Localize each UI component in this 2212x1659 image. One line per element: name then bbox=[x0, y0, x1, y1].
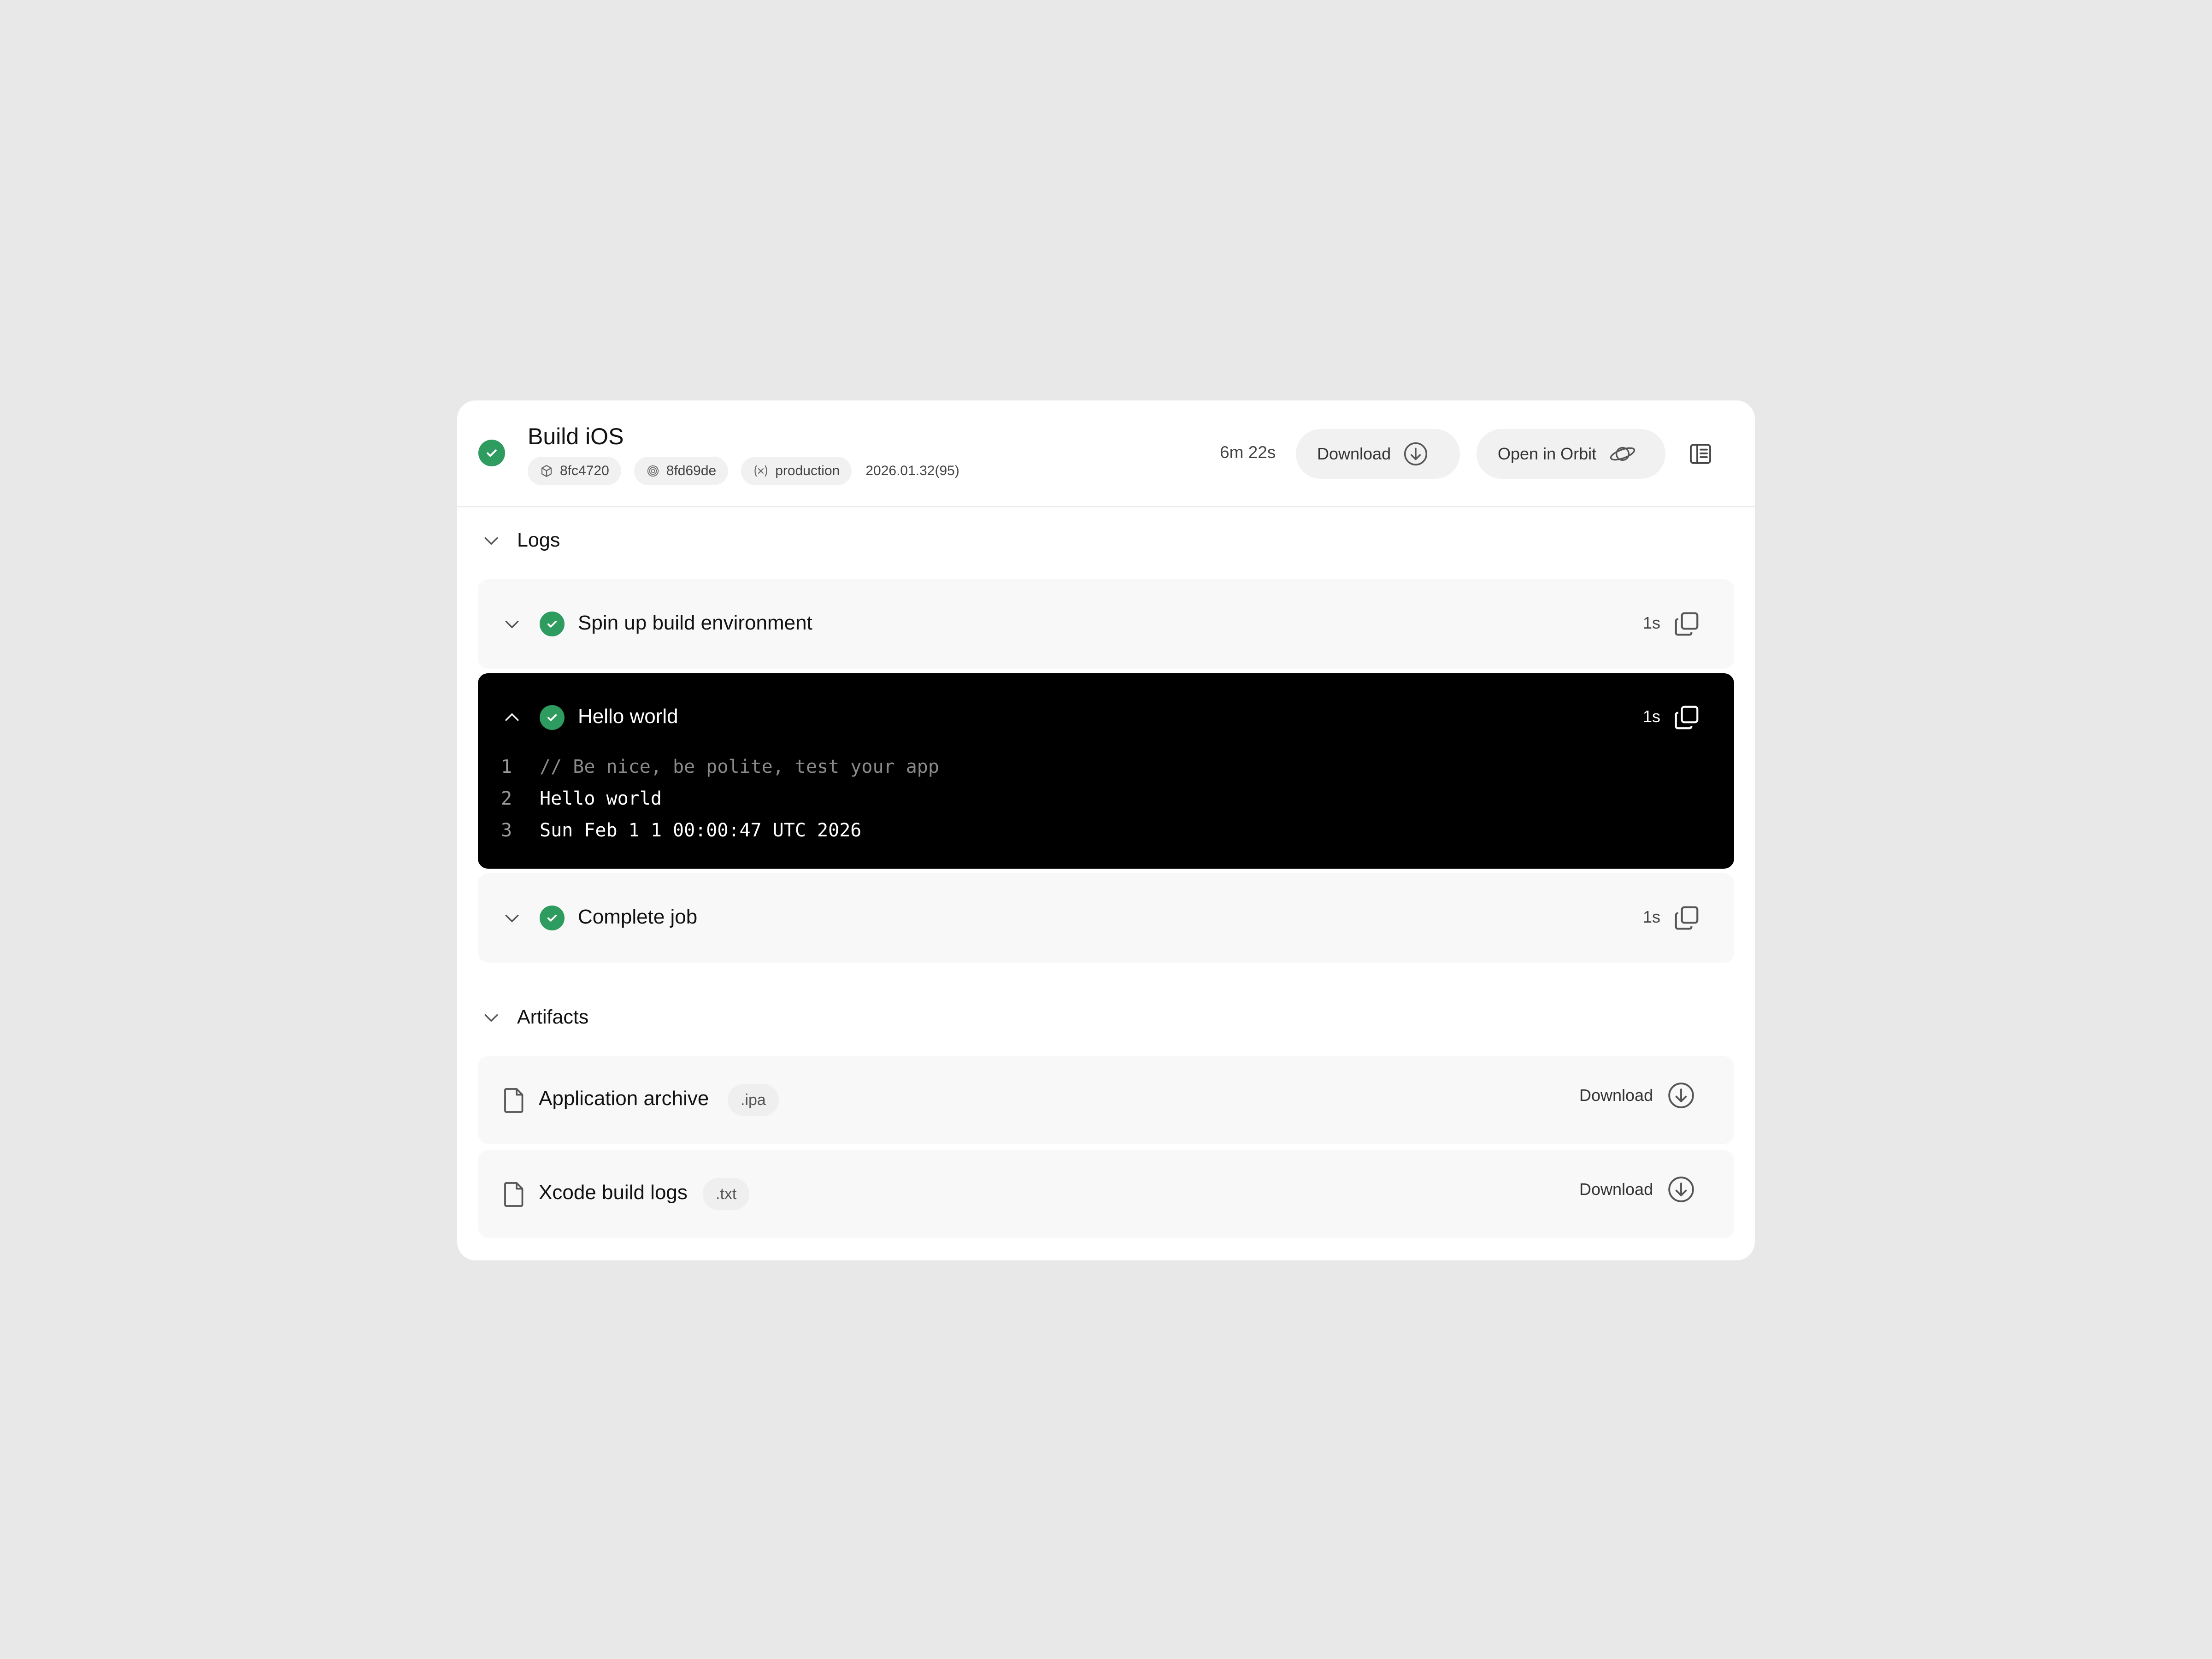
download-circle-icon bbox=[1668, 1082, 1694, 1108]
artifact-extension-badge: .txt bbox=[703, 1178, 750, 1210]
log-line-text: Hello world bbox=[540, 788, 662, 809]
planet-icon bbox=[1610, 447, 1635, 461]
environment-name: production bbox=[775, 463, 840, 478]
commit-hash: 8fc4720 bbox=[560, 463, 609, 478]
fingerprint-pill[interactable]: 8fd69de bbox=[634, 457, 729, 485]
log-step-label: Hello world bbox=[578, 705, 678, 728]
orbit-button-label: Open in Orbit bbox=[1498, 444, 1597, 463]
artifact-row: Xcode build logs .txt Download bbox=[478, 1150, 1734, 1238]
log-line: 3 Sun Feb 1 1 00:00:47 UTC 2026 bbox=[501, 814, 939, 846]
artifact-name: Xcode build logs bbox=[539, 1181, 688, 1204]
build-duration: 6m 22s bbox=[1220, 443, 1276, 462]
log-output: 1 // Be nice, be polite, test your app 2… bbox=[501, 751, 939, 846]
download-circle-icon bbox=[1668, 1177, 1694, 1202]
environment-pill[interactable]: production bbox=[741, 457, 852, 485]
artifact-download-button[interactable]: Download bbox=[1579, 1175, 1695, 1204]
file-icon bbox=[504, 1088, 524, 1113]
open-in-orbit-button[interactable]: Open in Orbit bbox=[1477, 429, 1665, 479]
cube-icon bbox=[541, 465, 552, 477]
artifact-extension-badge: .ipa bbox=[728, 1084, 779, 1116]
artifact-download-button[interactable]: Download bbox=[1579, 1081, 1695, 1110]
logs-section-toggle[interactable]: Logs bbox=[481, 529, 560, 552]
fingerprint-icon bbox=[647, 465, 659, 477]
chevron-down-icon[interactable] bbox=[502, 908, 522, 928]
logs-section-title: Logs bbox=[517, 529, 560, 551]
chevron-down-icon bbox=[484, 537, 498, 545]
success-check-icon bbox=[478, 440, 505, 466]
build-header: Build iOS 8fc4720 8fd69de production 202… bbox=[457, 400, 1755, 507]
log-step-duration: 1s bbox=[1643, 613, 1661, 632]
success-check-icon bbox=[540, 705, 565, 730]
log-step-label: Complete job bbox=[578, 906, 698, 928]
copy-icon[interactable] bbox=[1672, 703, 1701, 732]
commit-pill[interactable]: 8fc4720 bbox=[528, 457, 621, 485]
line-number: 3 bbox=[501, 819, 512, 841]
download-button[interactable]: Download bbox=[1296, 429, 1460, 479]
success-check-icon bbox=[540, 612, 565, 636]
log-line-text: Sun Feb 1 1 00:00:47 UTC 2026 bbox=[540, 819, 862, 841]
line-number: 1 bbox=[501, 756, 512, 777]
chevron-down-icon[interactable] bbox=[502, 614, 522, 634]
artifacts-section-title: Artifacts bbox=[517, 1006, 589, 1028]
artifact-row: Application archive .ipa Download bbox=[478, 1056, 1734, 1144]
artifact-download-label: Download bbox=[1579, 1086, 1653, 1105]
build-version: 2026.01.32(95) bbox=[865, 463, 959, 478]
log-step-row[interactable]: Complete job 1s bbox=[478, 873, 1734, 963]
artifact-name: Application archive bbox=[539, 1087, 709, 1110]
log-step-row-expanded[interactable]: Hello world 1s 1 // Be nice, be polite, … bbox=[478, 673, 1734, 869]
copy-icon[interactable] bbox=[1672, 610, 1701, 638]
log-line: 2 Hello world bbox=[501, 782, 939, 814]
log-step-duration: 1s bbox=[1643, 707, 1661, 726]
success-check-icon bbox=[540, 906, 565, 930]
build-title: Build iOS bbox=[528, 424, 624, 449]
log-step-duration: 1s bbox=[1643, 907, 1661, 926]
log-step-label: Spin up build environment bbox=[578, 612, 812, 634]
download-circle-icon bbox=[1404, 442, 1428, 466]
side-panel-icon[interactable] bbox=[1688, 441, 1713, 467]
copy-icon[interactable] bbox=[1672, 904, 1701, 932]
file-icon bbox=[504, 1182, 524, 1207]
line-number: 2 bbox=[501, 788, 512, 809]
artifacts-section-toggle[interactable]: Artifacts bbox=[481, 1006, 588, 1029]
fingerprint-hash: 8fd69de bbox=[666, 463, 717, 478]
log-line-text: // Be nice, be polite, test your app bbox=[540, 756, 939, 777]
artifact-download-label: Download bbox=[1579, 1180, 1653, 1199]
log-line: 1 // Be nice, be polite, test your app bbox=[501, 751, 939, 782]
chevron-down-icon bbox=[484, 1014, 498, 1022]
variable-icon bbox=[754, 465, 767, 477]
build-meta: 8fc4720 8fd69de production 2026.01.32(95… bbox=[528, 457, 959, 485]
download-button-label: Download bbox=[1317, 444, 1391, 463]
chevron-up-icon[interactable] bbox=[502, 707, 522, 728]
log-step-row[interactable]: Spin up build environment 1s bbox=[478, 579, 1734, 669]
